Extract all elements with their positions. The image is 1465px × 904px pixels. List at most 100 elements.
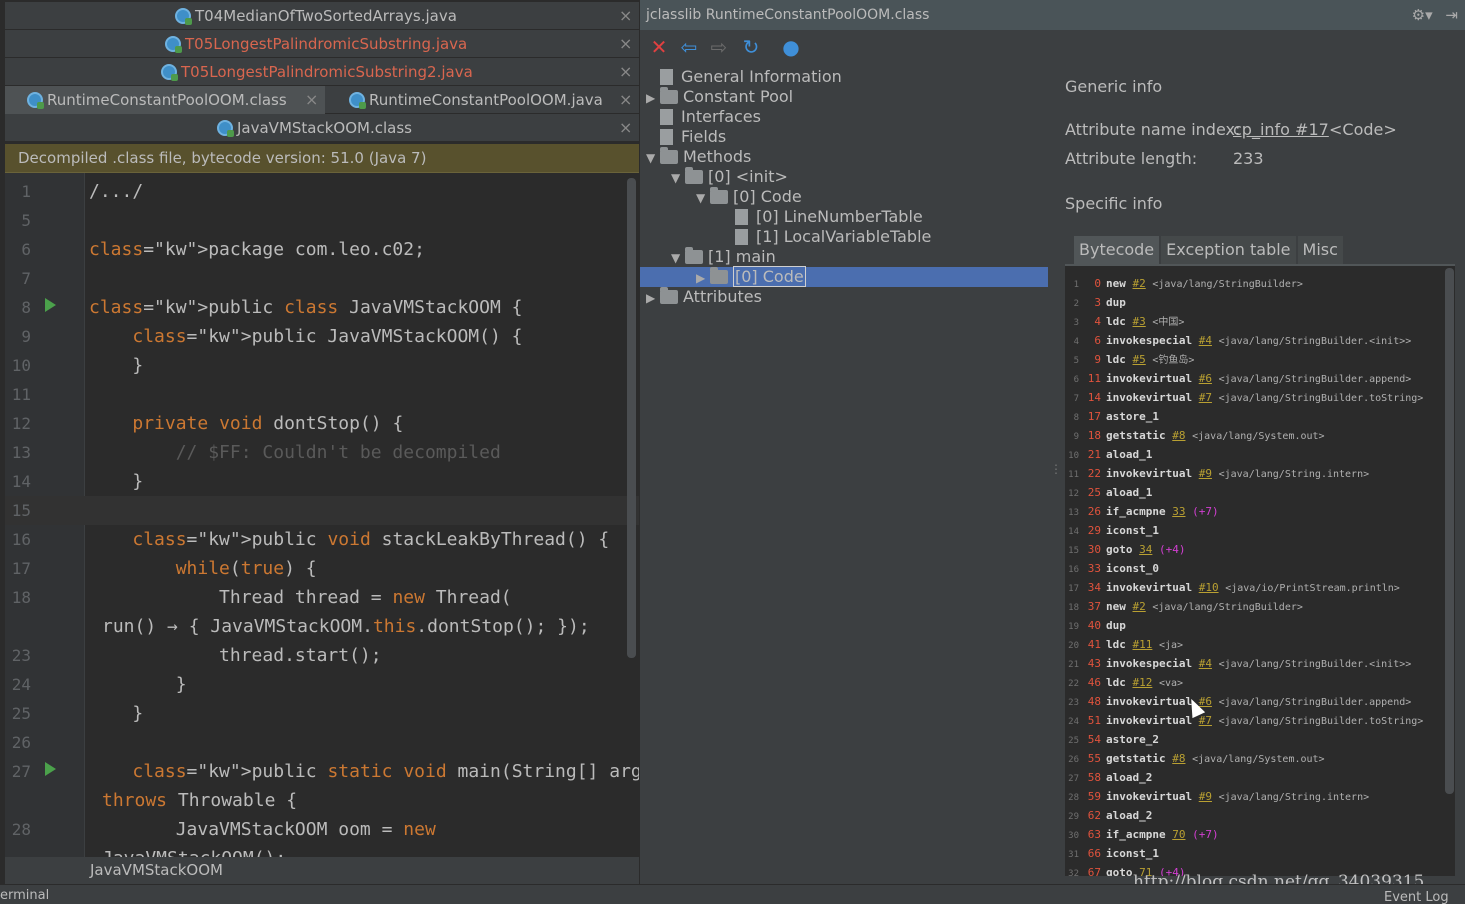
- constant-pool-link[interactable]: #8: [1172, 429, 1185, 442]
- run-class-icon[interactable]: [45, 298, 56, 312]
- constant-pool-link[interactable]: #2: [1133, 277, 1146, 290]
- gear-icon[interactable]: ⚙▾: [1412, 6, 1433, 24]
- subtab-misc[interactable]: Misc: [1297, 236, 1343, 264]
- editor-scrollbar[interactable]: [627, 178, 636, 658]
- expand-arrow-icon[interactable]: ▼: [646, 148, 660, 168]
- event-log-tab[interactable]: Event Log: [1384, 887, 1449, 904]
- hide-panel-icon[interactable]: ⇥: [1445, 6, 1458, 24]
- editor-tab[interactable]: RuntimeConstantPoolOOM.java: [349, 86, 603, 114]
- bytecode-offset: 54: [1087, 733, 1101, 746]
- close-tab-icon[interactable]: ×: [619, 62, 632, 81]
- constant-pool-link[interactable]: #11: [1133, 638, 1153, 651]
- constant-pool-link[interactable]: #12: [1133, 676, 1153, 689]
- bytecode-scrollbar[interactable]: [1445, 268, 1454, 794]
- jclasslib-title-bar: jclasslib RuntimeConstantPoolOOM.class ⚙…: [640, 0, 1465, 30]
- constant-pool-link[interactable]: #6: [1199, 372, 1212, 385]
- tree-node[interactable]: ▼ [1] main: [640, 247, 776, 267]
- breadcrumb[interactable]: JavaVMStackOOM: [5, 857, 639, 884]
- bytecode-offset: 62: [1087, 809, 1101, 822]
- editor-tab[interactable]: JavaVMStackOOM.class: [217, 114, 412, 142]
- editor-tab[interactable]: T05LongestPalindromicSubstring2.java: [161, 58, 473, 86]
- bytecode-line: 8 17 astore_1: [1065, 407, 1159, 426]
- bytecode-listing[interactable]: 1 0 new #2 <java/lang/StringBuilder> 2 3 dup 3…: [1065, 264, 1455, 876]
- tree-node[interactable]: ▼ [0] <init>: [640, 167, 788, 187]
- tree-node[interactable]: Interfaces: [640, 107, 761, 127]
- code-line: 24 }: [5, 670, 639, 699]
- expand-arrow-icon[interactable]: ▼: [696, 188, 710, 208]
- subtab-exception-table[interactable]: Exception table: [1161, 236, 1296, 264]
- globe-icon[interactable]: ●: [780, 36, 802, 58]
- constant-pool-link[interactable]: #4: [1199, 657, 1212, 670]
- code-line: 1 /.../: [5, 177, 639, 206]
- bytecode-line: 30 63 if_acmpne 70 (+7): [1065, 825, 1218, 844]
- constant-comment: <java/lang/StringBuilder.toString>: [1218, 393, 1424, 404]
- expand-arrow-icon[interactable]: ▼: [671, 168, 685, 188]
- editor-tab[interactable]: RuntimeConstantPoolOOM.class: [5, 86, 325, 114]
- splitter-handle[interactable]: ⋮: [1050, 462, 1062, 476]
- line-number: 23: [11, 646, 31, 665]
- tree-node[interactable]: General Information: [640, 67, 842, 87]
- constant-pool-link[interactable]: #5: [1133, 353, 1146, 366]
- constant-pool-link[interactable]: 70: [1172, 828, 1185, 841]
- cp-info-link[interactable]: cp_info #17: [1233, 120, 1329, 139]
- tree-node[interactable]: ▼ [0] Code: [640, 187, 802, 207]
- close-tab-icon[interactable]: ×: [619, 34, 632, 53]
- code-line: 7: [5, 264, 639, 293]
- collapse-arrow-icon[interactable]: ▶: [646, 88, 660, 108]
- code-text: class="kw">public static void main(Strin…: [132, 761, 639, 782]
- close-icon[interactable]: ✕: [648, 36, 670, 58]
- back-arrow-icon[interactable]: ⇦: [678, 36, 700, 58]
- constant-pool-link[interactable]: #8: [1172, 752, 1185, 765]
- bytecode-offset: 59: [1087, 790, 1101, 803]
- bytecode-line: 10 21 aload_1: [1065, 445, 1152, 464]
- code-text: class="kw">public class JavaVMStackOOM {: [89, 297, 523, 318]
- constant-pool-link[interactable]: #4: [1199, 334, 1212, 347]
- folder-icon: [660, 287, 678, 304]
- jclasslib-title: jclasslib RuntimeConstantPoolOOM.class: [646, 7, 930, 23]
- tree-node[interactable]: ▶ [0] Code: [640, 266, 1048, 288]
- opcode: astore_2: [1106, 733, 1159, 746]
- code-editor[interactable]: 1 /.../ 5 6 class="kw">package com.leo.c02; 7…: [5, 173, 639, 857]
- subtab-bytecode[interactable]: Bytecode: [1074, 236, 1160, 264]
- close-tab-icon[interactable]: ×: [305, 90, 318, 109]
- opcode: aload_1: [1106, 448, 1153, 461]
- opcode: if_acmpne: [1106, 828, 1166, 841]
- code-line: 17 while(true) {: [5, 554, 639, 583]
- constant-pool-link[interactable]: #9: [1199, 790, 1212, 803]
- constant-pool-link[interactable]: #2: [1133, 600, 1146, 613]
- constant-pool-link[interactable]: 33: [1172, 505, 1185, 518]
- constant-pool-link[interactable]: 34: [1139, 543, 1152, 556]
- opcode: goto: [1106, 866, 1133, 876]
- constant-comment: <java/lang/StringBuilder.toString>: [1218, 716, 1424, 727]
- close-tab-icon[interactable]: ×: [619, 6, 632, 25]
- tree-node[interactable]: ▼ Methods: [640, 147, 751, 167]
- editor-tab[interactable]: T05LongestPalindromicSubstring.java: [165, 30, 467, 58]
- constant-pool-link[interactable]: #7: [1199, 714, 1212, 727]
- code-line: 25 }: [5, 699, 639, 728]
- decompiled-banner: Decompiled .class file, bytecode version…: [5, 144, 639, 173]
- bytecode-offset: 29: [1087, 524, 1101, 537]
- tree-node[interactable]: Fields: [640, 127, 726, 147]
- editor-tab[interactable]: T04MedianOfTwoSortedArrays.java: [175, 2, 457, 30]
- constant-pool-link[interactable]: #9: [1199, 467, 1212, 480]
- constant-pool-link[interactable]: #7: [1199, 391, 1212, 404]
- opcode: iconst_1: [1106, 847, 1159, 860]
- constant-pool-link[interactable]: #3: [1133, 315, 1146, 328]
- close-tab-icon[interactable]: ×: [619, 118, 632, 137]
- tree-node[interactable]: ▶ Attributes: [640, 287, 762, 307]
- tree-node[interactable]: [1] LocalVariableTable: [640, 227, 931, 247]
- constant-pool-link[interactable]: #10: [1199, 581, 1219, 594]
- refresh-icon[interactable]: ↻: [740, 36, 762, 58]
- forward-arrow-icon[interactable]: ⇨: [708, 36, 730, 58]
- terminal-tab[interactable]: erminal: [0, 885, 49, 904]
- opcode: getstatic: [1106, 429, 1166, 442]
- tree-node[interactable]: ▶ Constant Pool: [640, 87, 793, 107]
- run-main-icon[interactable]: [45, 762, 56, 776]
- collapse-arrow-icon[interactable]: ▶: [696, 268, 710, 288]
- close-tab-icon[interactable]: ×: [619, 90, 632, 109]
- collapse-arrow-icon[interactable]: ▶: [646, 288, 660, 308]
- tree-node[interactable]: [0] LineNumberTable: [640, 207, 923, 227]
- code-text: throws Throwable {: [102, 790, 298, 811]
- expand-arrow-icon[interactable]: ▼: [671, 248, 685, 268]
- window-controls: ⚙▾ ⇥: [1412, 0, 1458, 30]
